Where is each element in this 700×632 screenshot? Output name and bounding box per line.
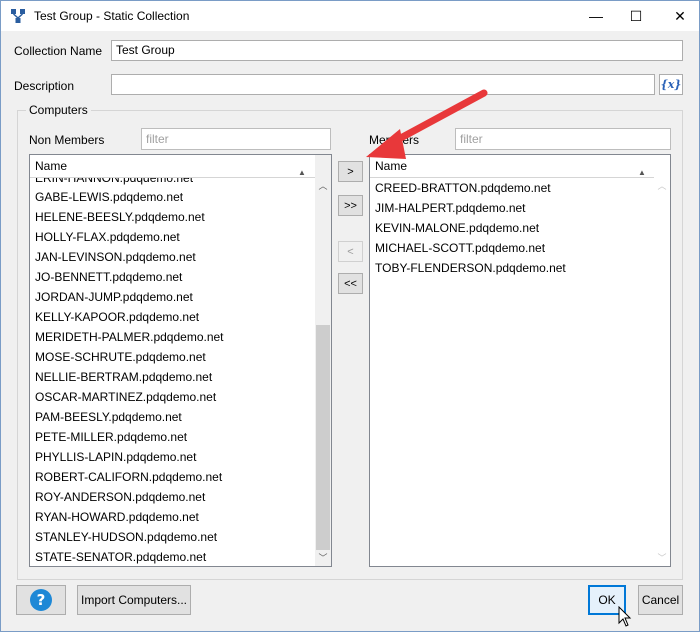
help-icon: ? [30,589,52,611]
list-item[interactable]: HOLLY-FLAX.pdqdemo.net [35,227,180,247]
help-button[interactable]: ? [16,585,66,615]
arrow-left-icon: < [347,245,354,258]
collection-name-label: Collection Name [14,44,103,58]
mouse-pointer-icon [618,606,632,627]
remove-selected-button[interactable]: < [338,241,363,262]
scroll-up-icon[interactable]: ︿ [315,178,331,194]
list-item[interactable]: TOBY-FLENDERSON.pdqdemo.net [375,258,566,278]
non-members-header-overlay: Name ▲ [30,155,315,178]
members-scrollbar: ︿ ﹀ [654,155,670,566]
list-item[interactable]: GABE-LEWIS.pdqdemo.net [35,187,183,207]
list-item[interactable]: CREED-BRATTON.pdqdemo.net [375,178,551,198]
close-icon: ✕ [674,7,686,24]
non-members-items: ERIN-HANNON.pdqdemo.net GABE-LEWIS.pdqde… [30,155,315,566]
list-item[interactable]: KEVIN-MALONE.pdqdemo.net [375,218,539,238]
list-item[interactable]: JIM-HALPERT.pdqdemo.net [375,198,526,218]
list-item[interactable]: ROBERT-CALIFORN.pdqdemo.net [35,467,222,487]
variable-button[interactable]: {x} [659,74,683,95]
app-icon [11,9,25,23]
window-title: Test Group - Static Collection [34,9,190,23]
list-item[interactable]: PETE-MILLER.pdqdemo.net [35,427,187,447]
maximize-icon: ☐ [629,7,643,24]
column-header-label: Name [35,159,68,173]
list-item[interactable]: JORDAN-JUMP.pdqdemo.net [35,287,193,307]
scroll-down-icon: ﹀ [657,553,667,563]
title-bar[interactable]: Test Group - Static Collection — ☐ ✕ [1,1,699,31]
list-item[interactable]: JO-BENNETT.pdqdemo.net [35,267,182,287]
list-item[interactable]: PHYLLIS-LAPIN.pdqdemo.net [35,447,196,467]
members-list[interactable]: Name ▲ CREED-BRATTON.pdqdemo.net JIM-HAL… [369,154,671,567]
list-item[interactable]: OSCAR-MARTINEZ.pdqdemo.net [35,387,216,407]
list-item[interactable]: NELLIE-BERTRAM.pdqdemo.net [35,367,212,387]
list-item[interactable]: MOSE-SCHRUTE.pdqdemo.net [35,347,206,367]
cancel-button[interactable]: Cancel [638,585,683,615]
non-members-list[interactable]: Name ▲ ERIN-HANNON.pdqdemo.net GABE-LEWI… [29,154,332,567]
scroll-down-icon[interactable]: ﹀ [315,550,331,566]
minimize-icon: — [589,8,603,24]
red-arrow-icon [366,89,488,159]
list-item[interactable]: MERIDETH-PALMER.pdqdemo.net [35,327,224,347]
sort-ascending-icon: ▲ [638,168,646,177]
non-members-filter-input[interactable]: filter [141,128,331,150]
scroll-up-icon: ︿ [657,181,667,191]
list-item[interactable]: STATE-SENATOR.pdqdemo.net [35,547,206,566]
list-item[interactable]: PAM-BEESLY.pdqdemo.net [35,407,182,427]
remove-all-button[interactable]: << [338,273,363,294]
add-all-button[interactable]: >> [338,195,363,216]
description-label: Description [14,79,75,93]
variable-icon: {x} [660,78,682,91]
arrow-right-icon: > [347,165,354,178]
list-item[interactable]: STANLEY-HUDSON.pdqdemo.net [35,527,217,547]
list-item[interactable]: RYAN-HOWARD.pdqdemo.net [35,507,199,527]
collection-name-input[interactable]: Test Group [111,40,683,61]
double-arrow-left-icon: << [344,277,357,290]
sort-ascending-icon: ▲ [298,168,306,177]
minimize-button[interactable]: — [579,2,613,30]
close-button[interactable]: ✕ [663,2,697,30]
list-item[interactable]: KELLY-KAPOOR.pdqdemo.net [35,307,199,327]
computers-group-label: Computers [26,103,91,117]
maximize-button[interactable]: ☐ [619,2,653,30]
scrollbar-thumb[interactable] [316,325,330,550]
double-arrow-right-icon: >> [344,199,357,212]
list-item[interactable]: JAN-LEVINSON.pdqdemo.net [35,247,196,267]
list-item[interactable]: HELENE-BEESLY.pdqdemo.net [35,207,205,227]
non-members-label: Non Members [29,133,105,147]
list-item[interactable]: MICHAEL-SCOTT.pdqdemo.net [375,238,545,258]
import-computers-button[interactable]: Import Computers... [77,585,191,615]
list-item[interactable]: ROY-ANDERSON.pdqdemo.net [35,487,205,507]
non-members-scrollbar[interactable]: ︿ ﹀ [315,155,331,566]
